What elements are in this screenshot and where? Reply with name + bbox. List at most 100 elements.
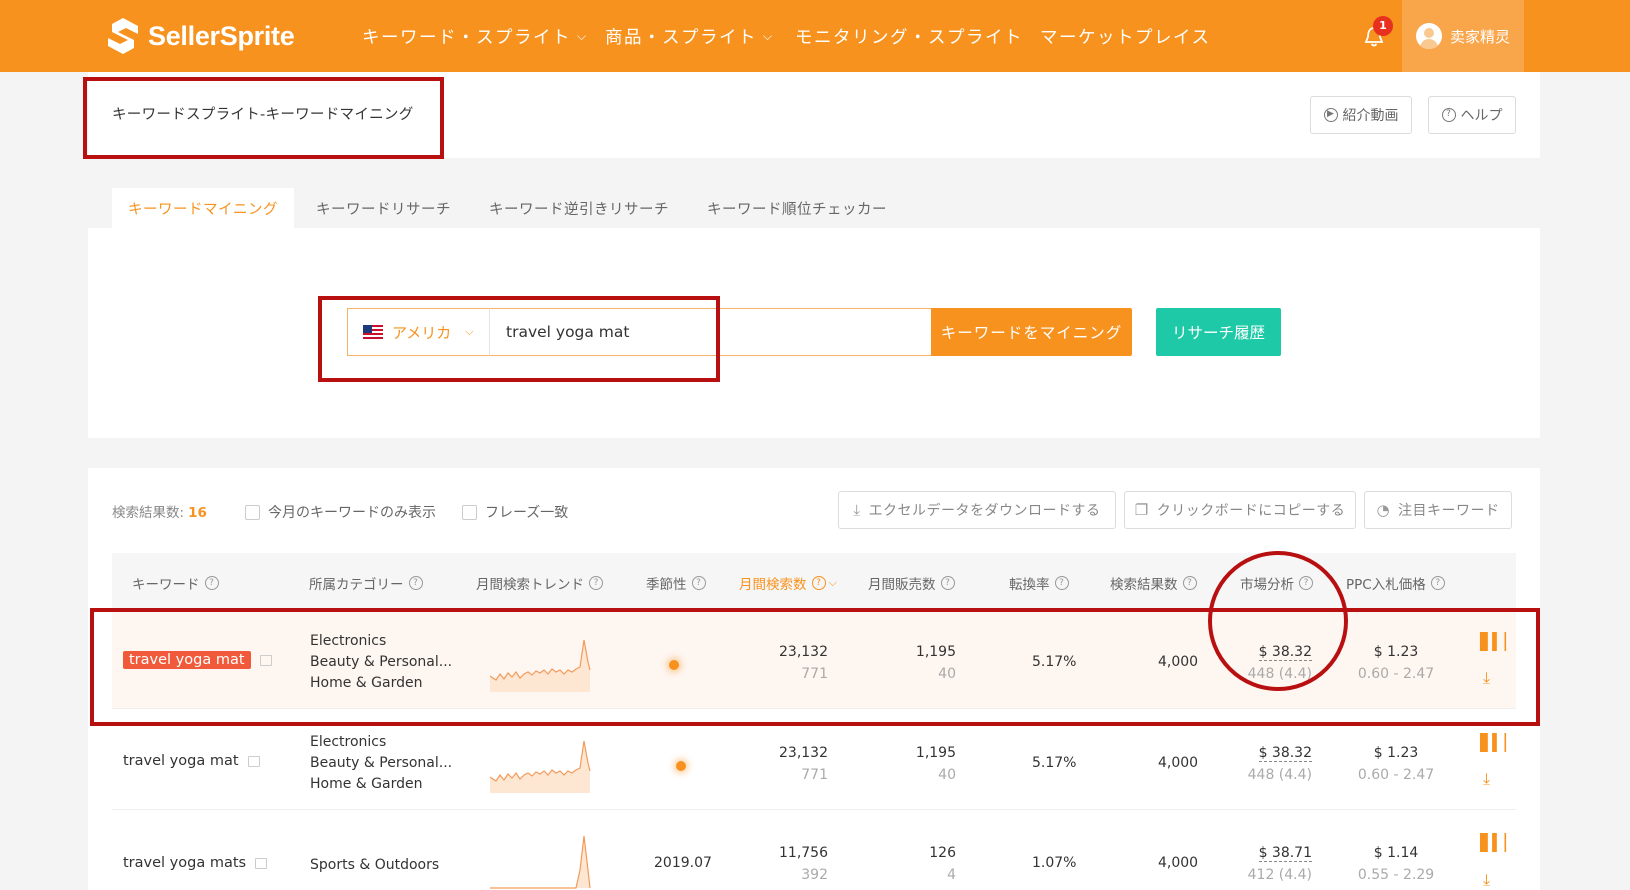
category-cell: Sports & Outdoors [310, 855, 439, 876]
category-cell: Electronics Beauty & Personal... Home & … [310, 631, 452, 694]
external-link-icon[interactable] [247, 755, 260, 767]
th-seasonality[interactable]: 季節性? [646, 573, 706, 593]
external-link-icon[interactable] [259, 654, 272, 666]
research-history-button[interactable]: リサーチ履歴 [1156, 308, 1281, 356]
filter-this-month-checkbox[interactable]: 今月のキーワードのみ表示 [245, 502, 436, 522]
category-line: Beauty & Personal... [310, 755, 453, 771]
daily-searches: 392 [801, 867, 828, 883]
checkbox [245, 504, 260, 520]
nav-keyword-sprite[interactable]: キーワード・スプライト ⌵ [362, 0, 588, 72]
nav-monitoring-sprite[interactable]: モニタリング・スプライト [795, 0, 1023, 72]
th-category[interactable]: 所属カテゴリー? [309, 573, 423, 593]
help-icon[interactable]: ? [589, 576, 603, 590]
keyword-cell[interactable]: travel yoga mats [123, 855, 268, 871]
nav-marketplace[interactable]: マーケットプレイス [1040, 0, 1210, 72]
help-button[interactable]: ? ヘルプ [1428, 96, 1516, 134]
daily-sales: 40 [938, 767, 956, 783]
external-link-icon[interactable] [255, 857, 268, 869]
sales-cell: 1,195 40 [900, 745, 956, 783]
th-conversion[interactable]: 転換率? [1009, 573, 1069, 593]
ppc-bid: $ 1.23 [1373, 745, 1419, 761]
tab-reverse-research[interactable]: キーワード逆引きリサーチ [473, 188, 685, 228]
nav-product-sprite[interactable]: 商品・スプライト ⌵ [605, 0, 774, 72]
th-monthly-searches[interactable]: 月間検索数? ⌵ [739, 573, 837, 593]
help-icon[interactable]: ? [940, 576, 955, 590]
th-label: 転換率 [1009, 577, 1050, 593]
help-icon[interactable]: ? [1182, 576, 1197, 590]
bar-chart-icon[interactable]: ▋▍▏ [1480, 733, 1517, 752]
avg-price[interactable]: $ 38.71 [1258, 845, 1312, 862]
category-cell: Electronics Beauty & Personal... Home & … [310, 732, 452, 795]
th-keyword[interactable]: キーワード? [132, 573, 219, 593]
searches-cell: 23,132 771 [760, 644, 828, 682]
keyword-text[interactable]: travel yoga mats [123, 855, 246, 871]
seasonality-indicator [669, 660, 679, 670]
market-analysis-cell[interactable]: $ 38.71 412 (4.4) [1228, 845, 1312, 883]
searches-cell: 11,756 392 [760, 845, 828, 883]
keyword-highlight-tag[interactable]: travel yoga mat [123, 651, 251, 669]
filter-phrase-checkbox[interactable]: フレーズ一致 [462, 502, 568, 522]
th-ppc-bid[interactable]: PPC入札価格? [1346, 573, 1445, 593]
reviews-rating: 448 (4.4) [1247, 767, 1312, 783]
copy-clipboard-button[interactable]: ❐ クリックボードにコピーする [1124, 491, 1356, 529]
tab-rank-checker[interactable]: キーワード順位チェッカー [691, 188, 903, 228]
th-label: 月間販売数 [868, 577, 936, 593]
category-line: Home & Garden [310, 776, 423, 792]
download-icon[interactable]: ⤓ [1483, 870, 1490, 890]
help-icon[interactable]: ? [408, 576, 423, 590]
us-flag-icon [363, 325, 383, 339]
keyword-text[interactable]: travel yoga mat [123, 753, 239, 769]
help-icon[interactable]: ? [1430, 576, 1445, 590]
keyword-search-input[interactable] [489, 308, 931, 356]
avg-price[interactable]: $ 38.32 [1258, 745, 1312, 762]
logo[interactable]: SellerSprite [104, 14, 295, 58]
watch-keywords-button[interactable]: ◔ 注目キーワード [1364, 491, 1512, 529]
bar-chart-icon[interactable]: ▋▍▏ [1480, 833, 1517, 852]
tab-keyword-research[interactable]: キーワードリサーチ [300, 188, 467, 228]
monthly-sales: 1,195 [915, 644, 956, 660]
market-analysis-cell[interactable]: $ 38.32 448 (4.4) [1228, 745, 1312, 783]
notification-badge: 1 [1373, 16, 1393, 36]
chevron-down-icon: ⌵ [465, 325, 474, 338]
trend-sparkline[interactable] [490, 830, 596, 890]
th-label: 月間検索数 [739, 577, 807, 593]
avatar [1416, 23, 1442, 49]
avg-price[interactable]: $ 38.32 [1258, 644, 1312, 661]
mine-keywords-button[interactable]: キーワードをマイニング [931, 308, 1132, 356]
tab-label: キーワード逆引きリサーチ [489, 201, 669, 218]
keyword-cell[interactable]: travel yoga mat [123, 651, 272, 669]
help-icon[interactable]: ? [1299, 576, 1313, 590]
sort-desc-icon[interactable]: ⌵ [829, 576, 837, 590]
help-icon[interactable]: ? [204, 576, 219, 590]
trend-sparkline[interactable] [490, 737, 596, 793]
sales-cell: 126 4 [900, 845, 956, 883]
market-analysis-cell[interactable]: $ 38.32 448 (4.4) [1228, 644, 1312, 682]
intro-video-button[interactable]: ▶ 紹介動画 [1310, 96, 1412, 134]
seasonality-indicator [676, 761, 686, 771]
export-excel-button[interactable]: ⤓ エクセルデータをダウンロードする [838, 491, 1116, 529]
reviews-rating: 412 (4.4) [1247, 867, 1312, 883]
download-icon[interactable]: ⤓ [1483, 769, 1490, 789]
daily-searches: 771 [801, 666, 828, 682]
th-label: 月間検索トレンド [476, 577, 584, 593]
th-search-results[interactable]: 検索結果数? [1110, 573, 1197, 593]
help-icon[interactable]: ? [691, 576, 706, 590]
bar-chart-icon[interactable]: ▋▍▏ [1480, 632, 1517, 651]
download-icon[interactable]: ⤓ [1483, 668, 1490, 688]
category-line: Sports & Outdoors [310, 857, 440, 873]
country-select[interactable]: アメリカ ⌵ [347, 308, 489, 356]
seasonality-value: 2019.07 [654, 855, 712, 871]
th-market-analysis[interactable]: 市場分析? [1240, 573, 1313, 593]
th-monthly-sales[interactable]: 月間販売数? [868, 573, 955, 593]
th-trend[interactable]: 月間検索トレンド? [476, 573, 603, 593]
search-results-count: 4,000 [1158, 855, 1199, 871]
checkbox [462, 504, 477, 520]
keyword-cell[interactable]: travel yoga mat [123, 753, 260, 769]
tab-keyword-mining[interactable]: キーワードマイニング [112, 188, 294, 228]
help-icon[interactable]: ? [811, 576, 826, 590]
pie-chart-icon: ◔ [1376, 501, 1391, 519]
category-line: Electronics [310, 633, 387, 649]
help-icon[interactable]: ? [1054, 576, 1069, 590]
trend-sparkline[interactable] [490, 636, 596, 692]
user-menu[interactable]: 卖家精灵 [1402, 0, 1524, 72]
